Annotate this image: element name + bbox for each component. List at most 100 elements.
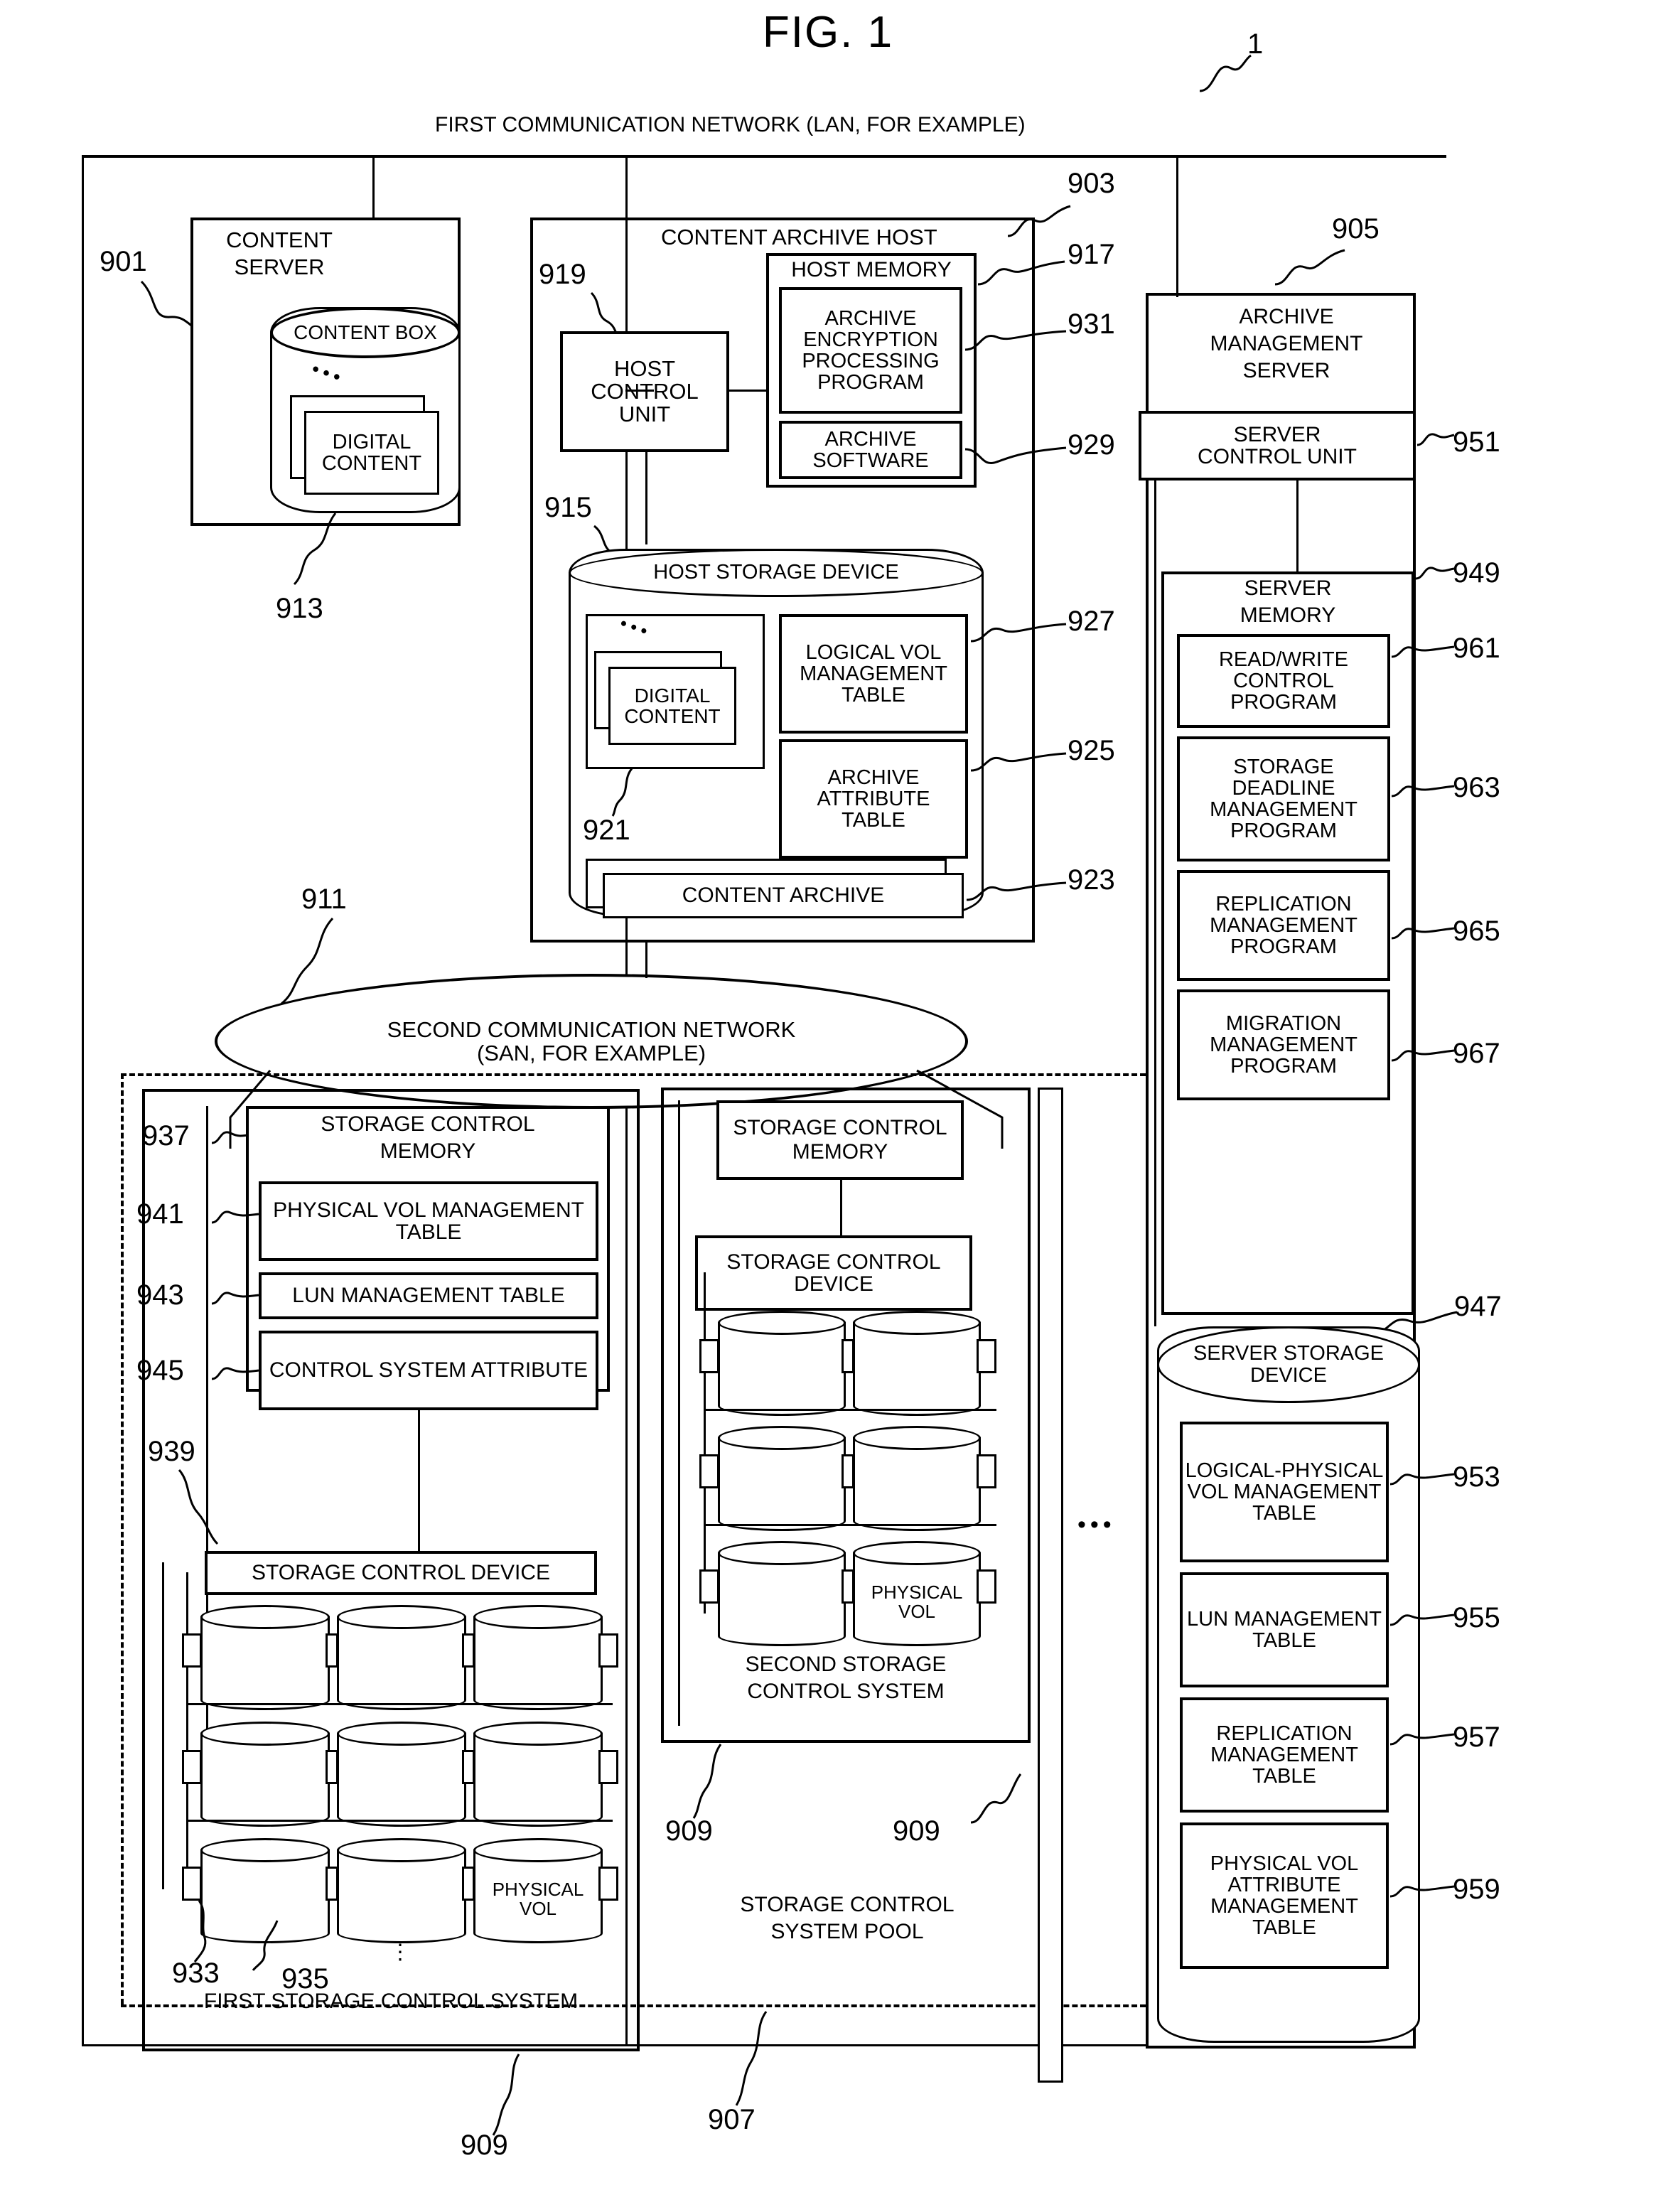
server-control-unit-line2: CONTROL UNIT: [1198, 445, 1357, 468]
leader-line-961: [1391, 645, 1455, 658]
archive-software-box: ARCHIVE SOFTWARE: [779, 421, 962, 479]
second-disk-nub-r3: [699, 1569, 719, 1604]
host-digital-content-line1: DIGITAL: [634, 684, 711, 707]
second-disk-row1-bus: [704, 1409, 996, 1411]
disk-row1-bus: [186, 1703, 613, 1705]
first-storage-control-device-label: STORAGE CONTROL DEVICE: [251, 1561, 551, 1585]
pool-caption-line1: STORAGE CONTROL: [740, 1893, 955, 1916]
wire-host-to-san: [645, 943, 647, 978]
ref-903: 903: [1068, 168, 1115, 199]
content-archive-box: CONTENT ARCHIVE: [603, 873, 964, 918]
physical-vol-disk-r3c3-labeled: PHYSICAL VOL: [473, 1838, 603, 1943]
host-control-unit-line1: HOST: [613, 355, 676, 381]
second-disk-nub-r2end: [977, 1454, 996, 1488]
host-digital-content-box: DIGITAL CONTENT: [608, 667, 736, 745]
ref-951: 951: [1453, 426, 1500, 458]
archive-attribute-table-box: ARCHIVE ATTRIBUTE TABLE: [779, 739, 968, 859]
first-physical-vol-line1: PHYSICAL: [492, 1879, 584, 1901]
archive-management-server-title-line1: ARCHIVE: [1239, 305, 1334, 328]
leader-line-965: [1391, 927, 1455, 940]
physical-vol-attribute-management-table-label: PHYSICAL VOL ATTRIBUTE MANAGEMENT TABLE: [1210, 1852, 1359, 1940]
leader-line-909-bottom: [492, 2053, 520, 2136]
leader-line-955: [1389, 1614, 1455, 1626]
wire-scu-to-storage: [1154, 480, 1156, 1326]
second-physical-vol-disk-r1c2: [853, 1311, 981, 1416]
digital-content-line2: CONTENT: [321, 452, 422, 475]
wire-second-scm-to-scd: [840, 1180, 842, 1235]
ref-933: 933: [172, 1958, 220, 1989]
second-network-line1: SECOND COMMUNICATION NETWORK: [387, 1016, 796, 1042]
disk-row2-bus: [186, 1820, 613, 1822]
leader-line-913: [293, 512, 337, 586]
content-archive-host-title: CONTENT ARCHIVE HOST: [661, 225, 937, 249]
logical-vol-management-table-box: LOGICAL VOL MANAGEMENT TABLE: [779, 614, 968, 734]
ref-955: 955: [1453, 1602, 1500, 1633]
disk-nub-r1: [182, 1633, 202, 1668]
leader-line-949: [1415, 567, 1455, 580]
server-storage-device-title-line2: DEVICE: [1250, 1364, 1327, 1387]
content-box-label: CONTENT BOX: [294, 321, 437, 343]
server-control-unit-line1: SERVER: [1233, 422, 1321, 446]
logical-physical-vol-management-table-box: LOGICAL-PHYSICAL VOL MANAGEMENT TABLE: [1180, 1422, 1389, 1562]
second-scm-title-line2: MEMORY: [792, 1140, 888, 1164]
leader-line-1: [1199, 54, 1252, 92]
second-disk-nub-r1end: [977, 1339, 996, 1373]
ref-907: 907: [708, 2104, 756, 2135]
replication-management-table-label: REPLICATION MANAGEMENT TABLE: [1210, 1722, 1358, 1788]
outer-left-border: [82, 155, 84, 2046]
lun-management-table-first-label: LUN MANAGEMENT TABLE: [292, 1284, 565, 1308]
second-scd-line1: STORAGE CONTROL: [726, 1250, 941, 1274]
storage-deadline-management-program-box: STORAGE DEADLINE MANAGEMENT PROGRAM: [1177, 736, 1390, 861]
ref-927: 927: [1068, 606, 1115, 637]
wire-hcu-left: [625, 390, 654, 392]
leader-line-903: [1007, 205, 1071, 237]
control-system-attribute-box: CONTROL SYSTEM ATTRIBUTE: [259, 1331, 598, 1410]
host-control-unit-line3: UNIT: [618, 402, 671, 427]
pool-caption-line2: SYSTEM POOL: [770, 1920, 924, 1943]
pool-right-rail: [1038, 1088, 1063, 2083]
ref-923: 923: [1068, 864, 1115, 896]
pool-dashed-left: [121, 1073, 124, 2004]
leader-line-909-right: [970, 1773, 1022, 1824]
second-physical-vol-line2: VOL: [898, 1601, 936, 1623]
archive-management-server-title-line3: SERVER: [1242, 359, 1330, 382]
first-scm-title-line1: STORAGE CONTROL: [321, 1112, 535, 1136]
ref-915: 915: [544, 492, 592, 523]
leader-line-957: [1389, 1733, 1455, 1746]
ref-909-second: 909: [665, 1815, 713, 1847]
disk-nub-r2: [182, 1750, 202, 1784]
ref-909-right: 909: [893, 1815, 940, 1847]
ref-941: 941: [136, 1198, 184, 1230]
physical-vol-disk-r2c1: [200, 1722, 330, 1827]
leader-line-951: [1416, 433, 1455, 446]
physical-vol-management-table-label: PHYSICAL VOL MANAGEMENT TABLE: [273, 1198, 584, 1244]
content-archive-label: CONTENT ARCHIVE: [682, 884, 885, 908]
ref-925: 925: [1068, 735, 1115, 766]
ref-931: 931: [1068, 308, 1115, 340]
host-storage-device-title: HOST STORAGE DEVICE: [653, 561, 899, 584]
wire-hcu-down: [645, 452, 647, 544]
first-storage-control-device-box: STORAGE CONTROL DEVICE: [205, 1551, 597, 1595]
first-network-bus: [82, 155, 1446, 158]
lun-management-table-server-label: LUN MANAGEMENT TABLE: [1187, 1607, 1382, 1652]
second-sys-inner-bus: [704, 1272, 706, 1614]
leader-line-941: [211, 1210, 259, 1224]
digital-content-line1: DIGITAL: [332, 430, 412, 453]
ref-967: 967: [1453, 1038, 1500, 1069]
archive-encryption-processing-program-box: ARCHIVE ENCRYPTION PROCESSING PROGRAM: [779, 287, 962, 414]
leader-line-953: [1389, 1473, 1455, 1486]
disk-nub-r3end: [598, 1867, 618, 1901]
disk-nub-r3: [182, 1867, 202, 1901]
second-physical-vol-disk-r3c2-labeled: PHYSICAL VOL: [853, 1541, 981, 1646]
disk-nub-r2end: [598, 1750, 618, 1784]
second-storage-control-memory-box: STORAGE CONTROL MEMORY: [716, 1100, 964, 1180]
ref-947: 947: [1454, 1291, 1502, 1322]
logical-vol-management-table-label: LOGICAL VOL MANAGEMENT TABLE: [800, 640, 947, 707]
lun-management-table-server-box: LUN MANAGEMENT TABLE: [1180, 1572, 1389, 1687]
server-memory-title-line1: SERVER: [1244, 576, 1332, 600]
second-physical-vol-disk-r2c2: [853, 1426, 981, 1531]
second-sys-left-bus: [678, 1100, 680, 1726]
ref-913: 913: [276, 593, 323, 624]
ref-965: 965: [1453, 916, 1500, 947]
disk-nub-r1end: [598, 1633, 618, 1668]
